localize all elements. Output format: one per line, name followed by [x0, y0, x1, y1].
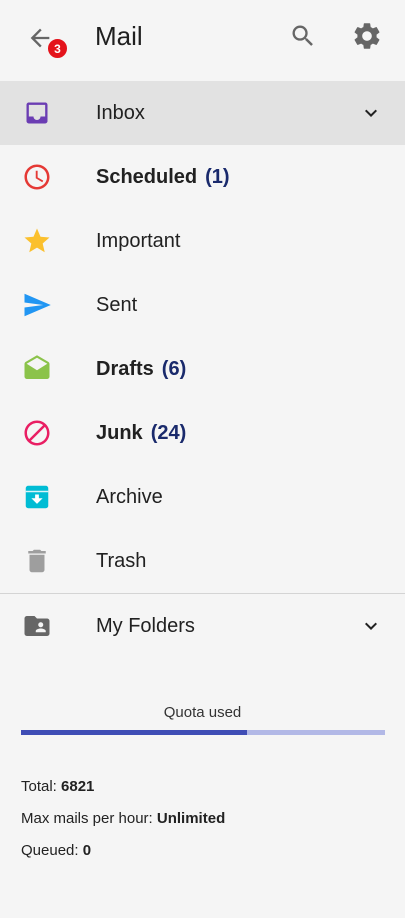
folder-item-junk[interactable]: Junk (24) [0, 401, 405, 465]
unread-badge: 3 [47, 38, 68, 59]
folder-item-archive[interactable]: Archive [0, 465, 405, 529]
clock-icon [24, 164, 50, 190]
quota-label: Quota used [163, 704, 242, 721]
chevron-down-icon [365, 622, 377, 630]
folder-label: Sent [96, 293, 138, 316]
star-icon [24, 228, 50, 253]
mail-app: 3 Mail Inbox Scheduled (1) Important Sen… [0, 0, 405, 918]
folder-list: Inbox Scheduled (1) Important Sent Draft… [0, 81, 405, 658]
search-icon [292, 25, 313, 46]
folder-item-trash[interactable]: Trash [0, 529, 405, 593]
quota-progress-fill [21, 730, 247, 735]
inbox-icon [26, 102, 48, 124]
quota-progress-bar [21, 730, 385, 735]
stat-max-per-hour: Max mails per hour: Unlimited [21, 810, 225, 827]
folder-label: Archive [96, 485, 163, 508]
unread-count: (1) [205, 165, 230, 188]
open-envelope-icon [24, 355, 50, 379]
stat-max-label: Max mails per hour: [21, 810, 153, 827]
expand-inbox-button[interactable] [359, 101, 383, 125]
folder-item-inbox[interactable]: Inbox [0, 81, 405, 145]
block-icon [24, 420, 50, 446]
folder-label: Important [96, 229, 181, 252]
folder-label: Trash [96, 549, 147, 572]
folder-label: Junk [96, 421, 143, 444]
folder-item-my-folders[interactable]: My Folders [0, 594, 405, 658]
stat-total: Total: 6821 [21, 778, 94, 795]
expand-my-folders-button[interactable] [359, 614, 383, 638]
unread-count: (24) [150, 421, 187, 444]
settings-button[interactable] [347, 16, 387, 56]
trash-icon [28, 549, 46, 573]
send-icon [24, 293, 51, 317]
folder-label: My Folders [96, 614, 195, 637]
search-button[interactable] [283, 16, 323, 56]
folder-label: Drafts [96, 357, 154, 380]
stat-queued-label: Queued: [21, 842, 79, 859]
archive-icon [25, 485, 49, 509]
folder-item-important[interactable]: Important [0, 209, 405, 273]
stat-max-value: Unlimited [156, 810, 226, 827]
folder-item-drafts[interactable]: Drafts (6) [0, 337, 405, 401]
stat-queued: Queued: 0 [21, 842, 91, 859]
unread-count: (6) [161, 357, 187, 380]
folder-item-scheduled[interactable]: Scheduled (1) [0, 145, 405, 209]
folder-label: Inbox [96, 101, 145, 124]
gear-icon [354, 23, 380, 49]
page-title: Mail [95, 21, 143, 51]
stat-queued-value: 0 [82, 842, 92, 859]
stat-total-value: 6821 [61, 778, 95, 795]
stat-total-label: Total: [21, 778, 57, 795]
chevron-down-icon [365, 109, 377, 117]
folder-label: Scheduled [96, 165, 198, 188]
shared-folder-icon [24, 616, 50, 636]
folder-item-sent[interactable]: Sent [0, 273, 405, 337]
app-header: 3 Mail [0, 0, 405, 80]
